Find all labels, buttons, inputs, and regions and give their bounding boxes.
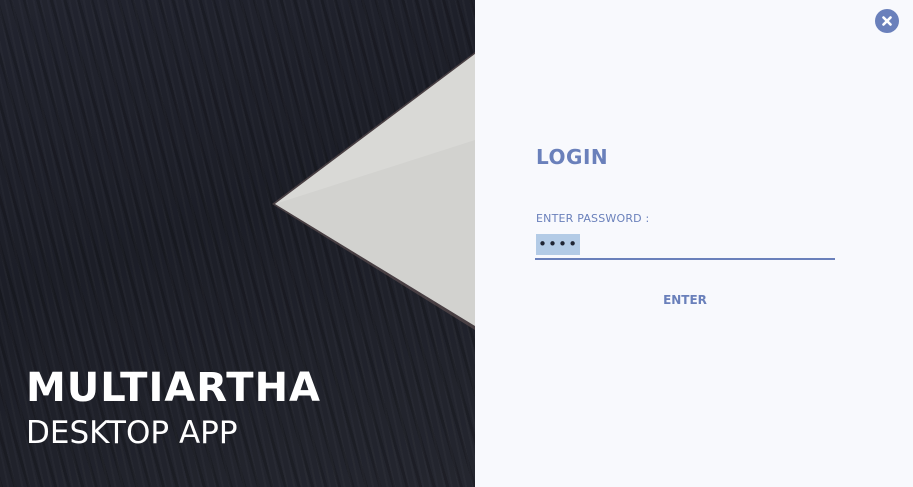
- password-field[interactable]: ••••: [535, 232, 835, 260]
- brand-name: MULTIARTHA: [26, 365, 321, 411]
- password-value: ••••: [536, 234, 581, 255]
- login-window: MULTIARTHA DESKTOP APP LOGIN ENTER PASSW…: [0, 0, 913, 487]
- login-panel: LOGIN ENTER PASSWORD : •••• ENTER: [475, 0, 913, 487]
- brand-subtitle: DESKTOP APP: [26, 415, 238, 451]
- hero-image: MULTIARTHA DESKTOP APP: [0, 0, 475, 487]
- close-button[interactable]: [875, 9, 899, 33]
- close-icon: [882, 16, 892, 26]
- password-label: ENTER PASSWORD :: [536, 212, 650, 225]
- login-title: LOGIN: [536, 145, 609, 169]
- brand-block: MULTIARTHA DESKTOP APP: [26, 362, 321, 452]
- enter-button[interactable]: ENTER: [645, 288, 725, 312]
